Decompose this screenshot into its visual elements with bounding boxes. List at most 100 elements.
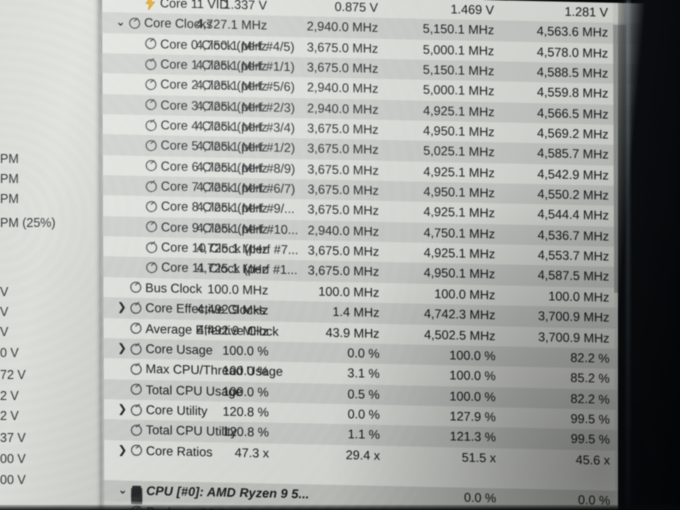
clock-gauge-icon [129, 440, 146, 460]
clock-gauge-icon [144, 156, 161, 176]
value-cell-maximum [396, 466, 496, 488]
value-cell-minimum: 3,675.0 MHz [307, 243, 380, 259]
clock-gauge-icon [129, 379, 146, 399]
value-cell-current: 47.3 x [234, 445, 270, 461]
chevron-right-icon[interactable]: ❯ [116, 399, 129, 420]
clock-gauge-icon [144, 115, 161, 135]
clock-gauge-icon [144, 197, 161, 217]
chevron-right-icon[interactable]: ❯ [116, 440, 129, 461]
value-cell-current: 100.0 % [222, 384, 269, 400]
value-cell-average: 4,587.5 MHz [537, 268, 610, 285]
value-cell-current: 4,725.1 MHz [196, 139, 268, 155]
photo-of-monitor: PM PM PM PM (25%) V V V 0 V 72 V2 V2 V 37 V 00 V 00… [0, 0, 680, 510]
value-cell-minimum: 0.875 V [334, 0, 379, 15]
value-cell-minimum: 3,675.0 MHz [306, 40, 379, 56]
clock-gauge-icon [128, 278, 145, 298]
value-cell-average: 45.6 x [575, 452, 611, 468]
value-cell-current: 100.0 % [222, 363, 269, 379]
value-cell-average: 82.2 % [570, 350, 610, 366]
value-cell-current: 4,725.1 MHz [196, 119, 268, 135]
value-cell-minimum: 3,675.0 MHz [307, 141, 379, 158]
value-cell-average: 1.281 V [564, 4, 609, 20]
value-cell-current: 120.8 % [222, 424, 269, 440]
value-cell-average [510, 469, 610, 491]
value-cell-average: 4,536.7 MHz [537, 227, 610, 244]
value-cell-average: 4,553.7 MHz [537, 248, 610, 264]
value-cell-current: 4,725.1 MHz [196, 200, 268, 216]
value-cell-average: 4,566.5 MHz [537, 105, 609, 122]
value-cell-minimum [284, 484, 380, 506]
value-cell-current: 4,725.1 MHz [195, 58, 268, 74]
lightning-bolt-icon [143, 0, 160, 13]
clock-gauge-icon [144, 258, 161, 278]
clock-gauge-icon [127, 13, 144, 33]
value-cell-average: 99.5 % [570, 411, 610, 427]
value-cell-maximum: 100.0 % [449, 388, 496, 404]
value-cell-maximum: 5,000.1 MHz [422, 42, 495, 58]
value-cell-maximum: 100.0 % [449, 368, 496, 384]
value-cell-average: 85.2 % [570, 371, 610, 386]
clock-gauge-icon [143, 95, 160, 115]
value-cell-average: 3,700.9 MHz [537, 309, 610, 325]
value-cell-maximum: 51.5 x [461, 450, 497, 465]
chevron-right-icon[interactable]: ❯ [116, 338, 129, 359]
value-cell-current: 4,492.9 MHz [196, 302, 269, 318]
monitor-bezel-right [618, 0, 680, 510]
value-cell-minimum: 3,675.0 MHz [306, 60, 379, 76]
chevron-down-icon[interactable]: ⌄ [114, 12, 127, 34]
value-cell-minimum: 0.5 % [347, 386, 380, 402]
value-cell-average: 4,542.9 MHz [537, 166, 609, 183]
value-cell-minimum: 3,675.0 MHz [307, 202, 379, 219]
value-cell-current: 100.0 % [222, 343, 269, 359]
value-cell-average: 3,700.9 MHz [538, 329, 610, 346]
value-cell-current: 4,725.1 MHz [196, 159, 268, 176]
value-cell-maximum: 5,025.1 MHz [423, 144, 495, 160]
value-cell-maximum: 4,925.1 MHz [423, 245, 496, 262]
sensor-table[interactable]: Core 11 VID 1.337 V 0.875 V 1.469 V 1.281 V ⌄… [100, 0, 669, 510]
value-cell-current: 4,725.1 MHz [196, 261, 269, 277]
value-cell-average: 100.0 MHz [548, 289, 610, 305]
value-cell-current: 4,725.1 MHz [195, 78, 268, 94]
value-cell-minimum: 100.0 MHz [318, 284, 380, 300]
value-cell-current: 4,725.1 MHz [196, 220, 269, 237]
clock-gauge-icon [129, 339, 146, 359]
chevron-right-icon[interactable]: ❯ [115, 297, 128, 318]
value-cell-minimum: 1.1 % [347, 427, 380, 443]
clock-gauge-icon [143, 54, 160, 74]
value-cell-current: 4,750.1 MHz [195, 37, 268, 54]
clock-gauge-icon [128, 298, 145, 318]
clock-gauge-icon [144, 135, 161, 155]
value-cell-maximum: 4,950.1 MHz [423, 266, 496, 282]
value-cell-minimum: 2,940.0 MHz [306, 19, 379, 36]
value-cell-current [173, 461, 269, 483]
clock-gauge-icon [143, 34, 160, 54]
value-cell-maximum: 4,925.1 MHz [423, 205, 495, 221]
value-cell-maximum: 4,950.1 MHz [423, 184, 495, 201]
bezel-glint [626, 0, 630, 510]
value-cell-average: 4,588.5 MHz [536, 65, 609, 81]
value-cell-maximum: 100.0 MHz [434, 286, 496, 303]
chevron-down-icon[interactable]: ⌄ [116, 480, 129, 502]
value-cell-maximum: 4,925.1 MHz [423, 164, 495, 181]
value-cell-average: 99.5 % [570, 432, 610, 447]
value-cell-average: 4,544.4 MHz [537, 207, 609, 224]
clock-gauge-icon [129, 359, 146, 379]
hwinfo-sensor-window[interactable]: Core 11 VID 1.337 V 0.875 V 1.469 V 1.281 V ⌄… [100, 0, 669, 510]
clock-gauge-icon [144, 176, 161, 196]
clock-gauge-icon [129, 400, 146, 420]
value-cell-minimum: 43.9 MHz [325, 325, 380, 341]
value-cell-minimum: 3,675.0 MHz [307, 182, 379, 198]
cpu-chip-icon [129, 481, 146, 501]
value-cell-maximum: 5,150.1 MHz [422, 22, 495, 38]
